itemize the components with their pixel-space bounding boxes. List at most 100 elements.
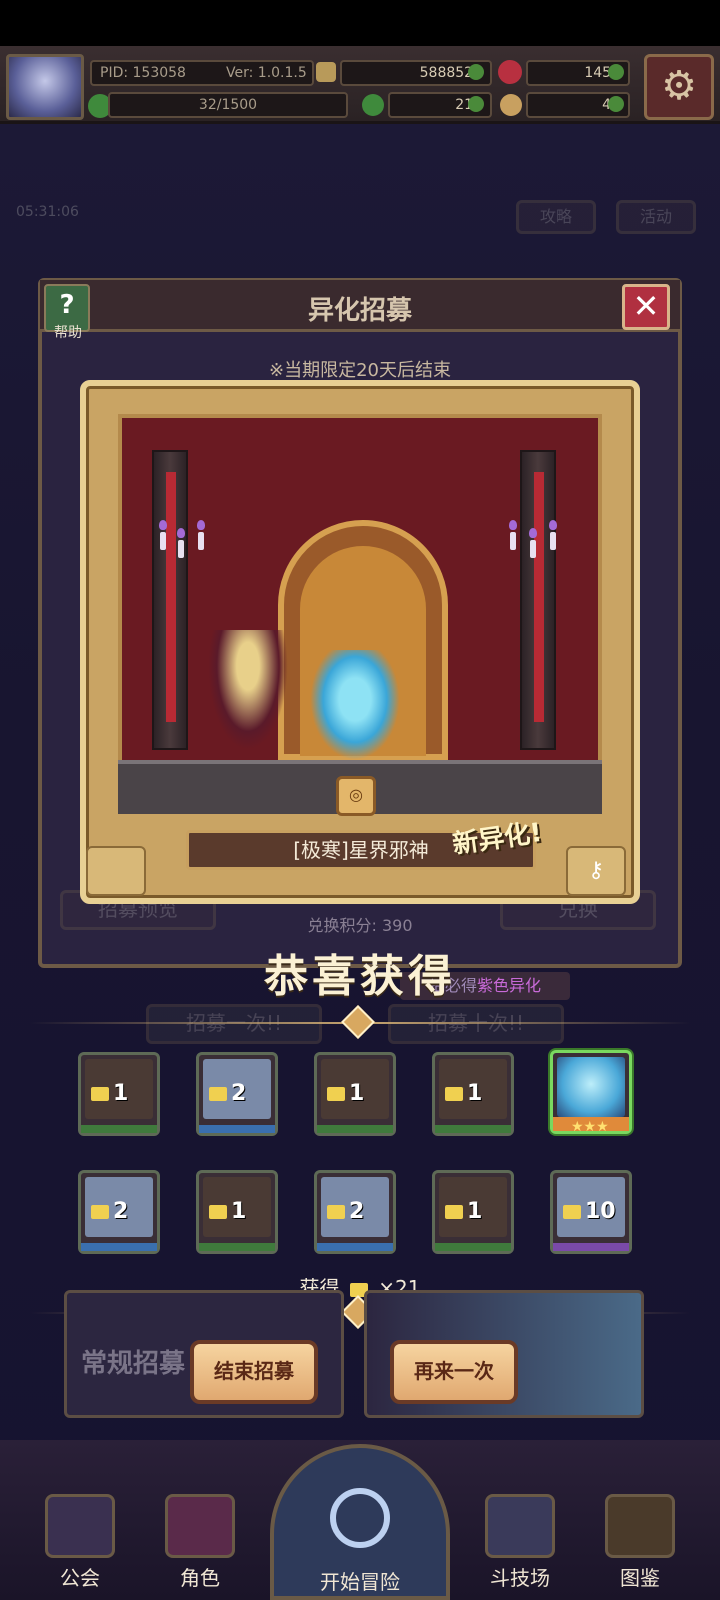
reward-slot[interactable]: 1 [314,1052,396,1136]
flame-icon [159,520,167,530]
flame-icon [509,520,517,530]
guild-icon [45,1494,115,1558]
bg-strategy-button: 攻略 [516,200,596,234]
bg-timer: 05:31:06 [16,204,79,220]
reward-slot-featured[interactable]: ★★★ [550,1050,632,1135]
reward-qty: 1 [445,1081,482,1106]
flame-icon [529,528,537,538]
magnifier-icon [330,1488,390,1548]
ice-goddess-portrait [557,1057,625,1117]
recruit-panel-title: 异化招募 [307,296,412,326]
flame-icon [549,520,557,530]
folder-icon [91,1205,109,1219]
help-label: 帮助 [54,325,82,341]
nav-arena-label: 斗技场 [490,1566,550,1590]
crossed-swords-icon [485,1494,555,1558]
add-food-icon[interactable] [608,96,624,112]
reward-qty: 1 [445,1199,482,1224]
left-pillar [152,450,188,750]
reward-slot[interactable]: 1 [432,1170,514,1254]
rarity-stripe [317,1243,393,1251]
reward-qty: 10 [563,1199,616,1224]
folder-icon [327,1087,345,1101]
gem-icon [498,60,522,84]
version-label: Ver: 1.0.1.5 [226,65,307,81]
pid-label: PID: 153058 [100,65,186,81]
nav-codex-label: 图鉴 [620,1566,660,1590]
star-rating: ★★★ [571,1119,609,1135]
folder-icon [209,1087,227,1101]
reward-qty: 2 [91,1199,128,1224]
reward-slot[interactable]: 2 [314,1170,396,1254]
candle-icon [198,532,204,550]
nav-arena[interactable]: 斗技场 [460,1494,580,1594]
key-icon: ⚷ [566,846,626,896]
reward-slot[interactable]: 1 [196,1170,278,1254]
folder-icon [209,1205,227,1219]
nav-guild[interactable]: 公会 [20,1494,140,1594]
clover-small-icon [362,94,384,116]
rarity-stripe [199,1243,275,1251]
exchange-points: 兑换积分: 390 [307,916,413,935]
reward-qty: 1 [91,1081,128,1106]
reward-slot[interactable]: 1 [78,1052,160,1136]
nav-role-label: 角色 [180,1566,220,1590]
candle-icon [550,532,556,550]
status-bar [0,0,720,46]
limited-notice: ※当期限定20天后结束 [269,360,451,381]
rarity-stripe [81,1243,157,1251]
player-avatar[interactable] [6,54,84,120]
pid-version-bar: PID: 153058 Ver: 1.0.1.5 [90,60,314,86]
settings-gear-icon[interactable]: ⚙ [644,54,714,120]
nav-adventure-label: 开始冒险 [320,1570,400,1594]
nav-codex[interactable]: 图鉴 [580,1494,700,1594]
rarity-stripe [435,1243,511,1251]
candle-icon [178,540,184,558]
reward-qty: 1 [327,1081,364,1106]
right-pillar [520,450,556,750]
reward-qty: 2 [327,1199,364,1224]
reward-slot[interactable]: 2 [78,1170,160,1254]
folder-icon [563,1205,581,1219]
normal-recruit-label: 常规招募 [81,1349,186,1379]
reward-slot[interactable]: 1 [432,1052,514,1136]
role-icon [165,1494,235,1558]
ice-goddess-character [310,650,400,760]
recruit-ten-button: 招募十次!! [388,1004,564,1044]
card-corner-ornament [86,846,146,896]
flame-icon [177,528,185,538]
congrats-title: 恭喜获得 [264,951,456,1002]
recruit-once-button: 招募一次!! [146,1004,322,1044]
demon-character [208,630,288,750]
rarity-stripe [199,1125,275,1133]
reward-qty: 1 [209,1199,246,1224]
gold-coin-icon [316,62,336,82]
folder-icon [91,1087,109,1101]
folder-icon [445,1087,463,1101]
close-button[interactable]: ✕ [622,284,670,330]
rarity-stripe [435,1125,511,1133]
folder-icon [445,1205,463,1219]
end-recruit-button[interactable]: 结束招募 [190,1340,318,1404]
add-gold-icon[interactable] [468,64,484,80]
add-clover-icon[interactable] [468,96,484,112]
nav-role[interactable]: 角色 [140,1494,260,1594]
folder-icon [327,1205,345,1219]
add-gem-icon[interactable] [608,64,624,80]
recruit-again-button[interactable]: 再来一次 [390,1340,518,1404]
candle-icon [160,532,166,550]
candle-icon [510,532,516,550]
reward-qty: 2 [209,1081,246,1106]
reward-slot[interactable]: 10 [550,1170,632,1254]
element-medal-icon: ◎ [336,776,376,816]
stamina-bar: 32/1500 [108,92,348,118]
rarity-stripe [81,1125,157,1133]
rarity-stripe [317,1125,393,1133]
bg-activity-button: 活动 [616,200,696,234]
rarity-stripe [553,1243,629,1251]
nav-guild-label: 公会 [60,1566,100,1590]
codex-icon [605,1494,675,1558]
food-icon [500,94,522,116]
flame-icon [197,520,205,530]
reward-slot[interactable]: 2 [196,1052,278,1136]
